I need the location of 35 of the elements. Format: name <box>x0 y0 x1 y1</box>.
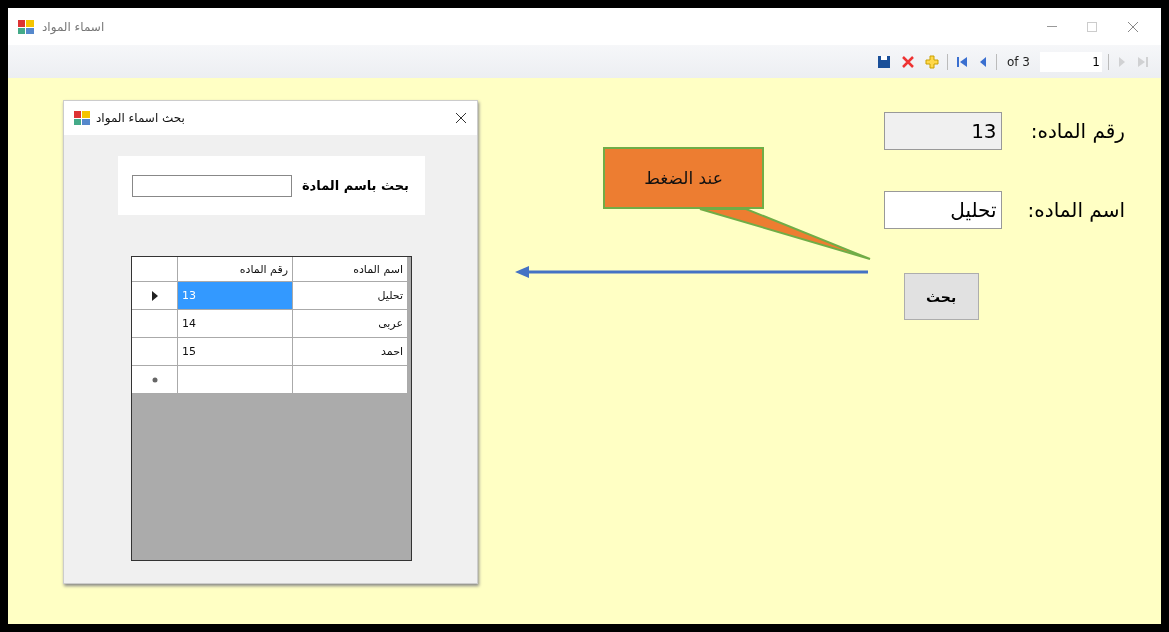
search-label: بحث باسم المادة <box>301 178 409 193</box>
first-icon <box>956 55 968 68</box>
record-count: of 3 <box>1006 54 1031 69</box>
row-header[interactable] <box>132 282 178 310</box>
search-button[interactable]: بحث <box>903 273 979 320</box>
maximize-icon[interactable] <box>1087 21 1097 32</box>
position-field[interactable]: 1 <box>1040 51 1102 72</box>
table-cell[interactable]: 15 <box>178 338 293 366</box>
plus-icon <box>925 54 939 69</box>
search-field[interactable] <box>131 174 292 197</box>
callout-box: عند الضغط <box>603 147 764 209</box>
table-cell[interactable] <box>178 366 293 394</box>
table-cell[interactable]: احمد <box>293 338 408 366</box>
text-field[interactable]: تحليل <box>883 191 1002 229</box>
add-button[interactable] <box>923 52 941 71</box>
dialog-title: بحث اسماء المواد <box>96 111 185 125</box>
table-cell[interactable]: 14 <box>178 310 293 338</box>
column-header[interactable]: اسم الماده <box>293 257 408 282</box>
table-cell[interactable] <box>293 366 408 394</box>
app-icon <box>74 111 90 125</box>
new-row-icon <box>151 376 158 383</box>
triangle-left-icon <box>978 55 988 68</box>
save-icon <box>877 54 891 69</box>
triangle-right-icon <box>1117 55 1127 68</box>
last-icon <box>1137 55 1149 68</box>
field-label: رقم الماده: <box>1029 119 1125 143</box>
column-header[interactable]: رقم الماده <box>178 257 293 282</box>
app-icon <box>18 19 34 34</box>
table-cell[interactable]: عربى <box>293 310 408 338</box>
table-cell[interactable]: تحليل <box>293 282 408 310</box>
minimize-icon[interactable] <box>1047 25 1057 28</box>
window-title: اسماء المواد <box>42 19 105 34</box>
close-icon <box>901 54 915 69</box>
close-icon[interactable] <box>455 112 467 124</box>
field-label: اسم الماده: <box>1027 198 1125 222</box>
